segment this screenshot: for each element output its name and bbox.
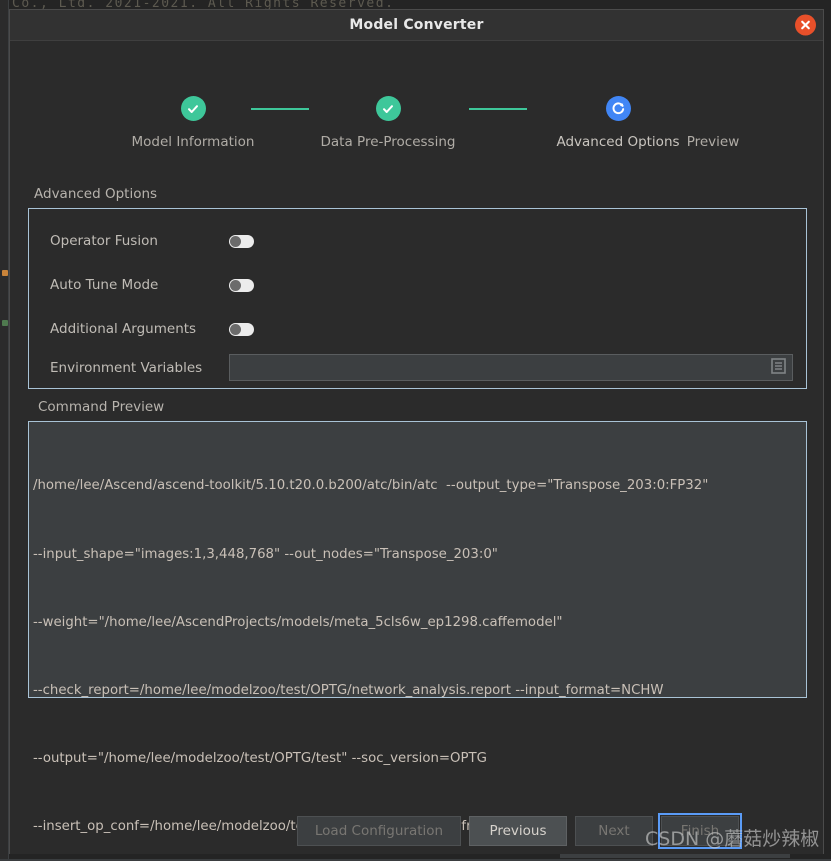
background-marker-green: [2, 320, 8, 326]
row-additional-arguments: Additional Arguments: [29, 314, 806, 344]
check-icon: [180, 96, 206, 121]
toggle-operator-fusion[interactable]: [229, 234, 254, 248]
finish-button[interactable]: Finish: [658, 813, 742, 849]
wizard-stepper: Model Information Data Pre-Processing Ad…: [10, 96, 825, 176]
step-preview[interactable]: Preview: [658, 96, 768, 150]
previous-button[interactable]: Previous: [469, 816, 567, 846]
step-connector-2: [469, 108, 527, 110]
command-line: --check_report=/home/lee/modelzoo/test/O…: [33, 682, 664, 698]
label-operator-fusion: Operator Fusion: [50, 233, 158, 249]
toggle-auto-tune-mode[interactable]: [229, 278, 254, 292]
check-icon: [375, 96, 401, 121]
step-label-preview: Preview: [686, 134, 740, 150]
load-configuration-button[interactable]: Load Configuration: [297, 816, 461, 846]
list-editor-icon[interactable]: [771, 357, 786, 378]
dialog-body: Model Information Data Pre-Processing Ad…: [10, 41, 823, 854]
step-icon-placeholder: [658, 96, 768, 121]
command-line: --weight="/home/lee/AscendProjects/model…: [33, 614, 563, 630]
step-connector-1: [251, 108, 309, 110]
advanced-options-heading: Advanced Options: [34, 186, 158, 202]
step-model-information[interactable]: Model Information: [113, 96, 273, 150]
command-preview-text: /home/lee/Ascend/ascend-toolkit/5.10.t20…: [29, 422, 806, 861]
label-additional-arguments: Additional Arguments: [50, 321, 197, 337]
row-operator-fusion: Operator Fusion: [29, 226, 806, 256]
step-label-data-pre-processing: Data Pre-Processing: [320, 134, 456, 150]
screen: Co., Ltd. 2021-2021. All Rights Reserved…: [0, 0, 831, 861]
step-data-pre-processing[interactable]: Data Pre-Processing: [308, 96, 468, 150]
environment-variables-input[interactable]: [229, 354, 793, 381]
command-preview-heading: Command Preview: [38, 399, 165, 415]
close-icon[interactable]: [795, 14, 816, 36]
command-preview-panel[interactable]: /home/lee/Ascend/ascend-toolkit/5.10.t20…: [28, 421, 807, 834]
label-environment-variables: Environment Variables: [50, 359, 203, 376]
toggle-knob: [230, 323, 241, 335]
label-auto-tune-mode: Auto Tune Mode: [50, 277, 159, 293]
command-line: --output="/home/lee/modelzoo/test/OPTG/t…: [33, 750, 487, 766]
step-label-model-information: Model Information: [131, 134, 255, 150]
model-converter-dialog: Model Converter Model Information Data P…: [9, 9, 824, 854]
dialog-titlebar: Model Converter: [10, 10, 823, 41]
toggle-knob: [230, 279, 241, 291]
toggle-additional-arguments[interactable]: [229, 322, 254, 336]
dialog-title: Model Converter: [349, 17, 484, 33]
toggle-knob: [230, 235, 241, 247]
spinner-icon: [605, 96, 631, 121]
background-left-rail: [0, 0, 9, 861]
dialog-footer: Load Configuration Previous Next Finish: [10, 813, 825, 849]
advanced-options-panel: Operator Fusion Auto Tune Mode Additiona…: [28, 208, 807, 389]
command-line: /home/lee/Ascend/ascend-toolkit/5.10.t20…: [33, 478, 709, 494]
background-marker-orange: [2, 270, 8, 276]
next-button[interactable]: Next: [575, 816, 653, 846]
command-line: --input_shape="images:1,3,448,768" --out…: [33, 546, 498, 562]
row-auto-tune-mode: Auto Tune Mode: [29, 270, 806, 300]
